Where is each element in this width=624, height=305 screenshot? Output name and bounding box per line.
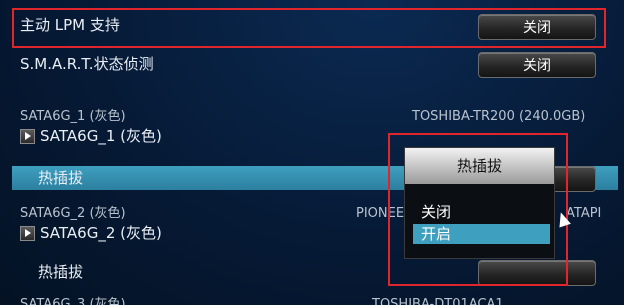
port-device-name-tail: ATAPI xyxy=(566,206,602,221)
port-submenu-label: SATA6G_1 (灰色) xyxy=(40,127,162,145)
bios-sata-configuration-screen: 主动 LPM 支持 关闭 S.M.A.R.T.状态侦测 关闭 SATA6G_1 … xyxy=(0,0,624,305)
port-device-name: TOSHIBA-TR200 (240.0GB) xyxy=(412,109,586,124)
setting-row-smart[interactable]: S.M.A.R.T.状态侦测 关闭 xyxy=(0,52,624,82)
port-device-name: TOSHIBA-DT01ACA1 xyxy=(372,297,504,305)
port-header-row: SATA6G_3 (灰色) TOSHIBA-DT01ACA1 xyxy=(0,296,624,305)
port-header-label: SATA6G_3 (灰色) xyxy=(20,297,126,305)
port-header-row: SATA6G_1 (灰色) TOSHIBA-TR200 (240.0GB) xyxy=(0,108,624,128)
setting-label-smart: S.M.A.R.T.状态侦测 xyxy=(20,55,154,73)
submenu-arrow-icon xyxy=(20,129,35,144)
hotplug-label: 热插拔 xyxy=(38,169,84,187)
hotplug-label: 热插拔 xyxy=(38,263,84,281)
highlight-outline-popup xyxy=(388,133,568,286)
port-header-label: SATA6G_2 (灰色) xyxy=(20,206,126,221)
port-submenu-label: SATA6G_2 (灰色) xyxy=(40,224,162,242)
smart-value-button[interactable]: 关闭 xyxy=(478,52,596,78)
submenu-arrow-icon xyxy=(20,226,35,241)
highlight-outline-lpm xyxy=(12,8,606,48)
port-header-label: SATA6G_1 (灰色) xyxy=(20,109,126,124)
